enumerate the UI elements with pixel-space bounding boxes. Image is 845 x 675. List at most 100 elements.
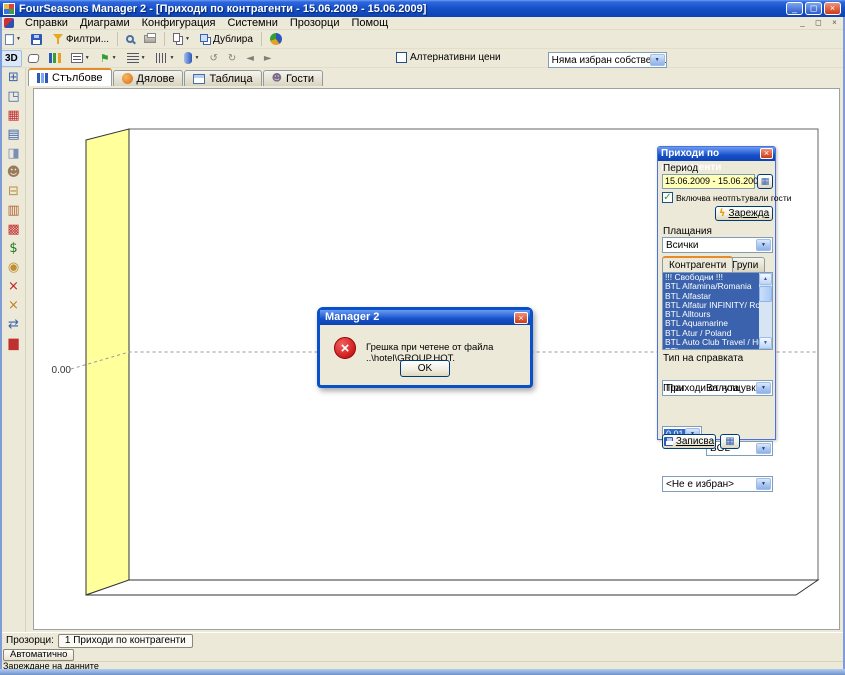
- mdi-close-button[interactable]: ×: [828, 17, 841, 29]
- copy-button[interactable]: ▼: [169, 31, 194, 48]
- left-toolbar-button[interactable]: ×: [3, 296, 24, 315]
- close-button[interactable]: ×: [824, 2, 841, 15]
- list-item[interactable]: BTL Auto Club Travel / Hunga: [663, 338, 760, 347]
- alt-prices-checkbox[interactable]: [396, 52, 407, 63]
- copy-window-icon: ◨: [7, 145, 19, 162]
- list-item[interactable]: BTL Atur / Poland: [663, 329, 760, 338]
- scrollbar-thumb[interactable]: [759, 286, 772, 302]
- tab-bars[interactable]: Стълбове: [28, 68, 112, 86]
- tab-table-label: Таблица: [209, 73, 252, 85]
- duplicate-button[interactable]: Дублира: [196, 31, 257, 48]
- speaker-right-icon[interactable]: ►: [260, 50, 276, 67]
- h-gridlines-icon: [127, 53, 139, 63]
- save-report-button[interactable]: Записва: [662, 434, 716, 449]
- new-report-button[interactable]: ▼: [1, 31, 25, 48]
- include-guests-checkbox[interactable]: ✓: [662, 192, 673, 203]
- chevron-down-icon[interactable]: ▼: [756, 239, 771, 251]
- load-button[interactable]: ϟ Зарежда: [715, 206, 773, 221]
- left-toolbar-button[interactable]: ▩: [3, 220, 24, 239]
- mdi-restore-button[interactable]: ◻: [812, 17, 825, 29]
- menu-item[interactable]: Системни: [221, 17, 283, 30]
- mini-chart-button[interactable]: [45, 50, 65, 67]
- chevron-down-icon[interactable]: ▼: [170, 55, 175, 61]
- chevron-down-icon[interactable]: ▼: [756, 443, 771, 454]
- window-tab-button[interactable]: 1 Приходи по контрагенти: [58, 634, 193, 648]
- chevron-down-icon[interactable]: ▼: [756, 478, 771, 490]
- vertical-grid-button[interactable]: ▼: [152, 50, 179, 67]
- mdi-minimize-button[interactable]: _: [796, 17, 809, 29]
- shape-icon: [27, 54, 39, 63]
- labels-button[interactable]: ⚑▼: [96, 50, 121, 67]
- toolbar-separator: [261, 32, 262, 46]
- chevron-down-icon[interactable]: ▼: [16, 36, 21, 42]
- left-toolbar-button[interactable]: ◉: [3, 258, 24, 277]
- automatic-button[interactable]: Автоматично: [3, 649, 74, 661]
- panel-close-button[interactable]: ×: [760, 148, 773, 159]
- restore-button[interactable]: ◻: [805, 2, 822, 15]
- list-item[interactable]: BTL Aquamarine: [663, 319, 760, 328]
- left-toolbar-button[interactable]: ▤: [3, 125, 24, 144]
- left-toolbar-button[interactable]: ▆: [3, 334, 24, 353]
- list-item[interactable]: BTL Alfastar: [663, 292, 760, 301]
- left-toolbar-button[interactable]: ◳: [3, 87, 24, 106]
- period-input[interactable]: 15.06.2009 - 15.06.2009: [662, 174, 755, 189]
- left-toolbar-button[interactable]: ⊞: [3, 68, 24, 87]
- dialog-close-button[interactable]: ×: [514, 312, 528, 324]
- chevron-down-icon[interactable]: ▼: [650, 54, 665, 66]
- left-toolbar-button[interactable]: $: [3, 239, 24, 258]
- list-scrollbar[interactable]: ▲ ▼: [759, 273, 772, 349]
- chart-report-button[interactable]: [266, 31, 286, 48]
- list-item[interactable]: BTL Alfamina/Romania: [663, 282, 760, 291]
- print-button[interactable]: [140, 31, 160, 48]
- menu-item[interactable]: Помощ: [345, 17, 394, 30]
- list-item[interactable]: BTL Alfatur INFINITY/ Romani: [663, 301, 760, 310]
- menu-item[interactable]: Диаграми: [74, 17, 136, 30]
- table-view-button[interactable]: ▦: [720, 434, 740, 449]
- tab-contragents[interactable]: Контрагенти: [662, 256, 733, 272]
- list-item[interactable]: BTL Alltours: [663, 310, 760, 319]
- calendar-button[interactable]: ▦: [757, 174, 773, 189]
- menu-item[interactable]: Конфигурация: [136, 17, 222, 30]
- hotel-combobox[interactable]: <Не е избран> ▼: [662, 476, 773, 492]
- rotate-ccw-button[interactable]: ↺: [205, 50, 221, 67]
- horizontal-grid-button[interactable]: ▼: [123, 50, 150, 67]
- list-item[interactable]: !!! Свободни !!!: [663, 273, 760, 282]
- left-toolbar-button[interactable]: ▦: [3, 106, 24, 125]
- left-toolbar-button[interactable]: ⊟: [3, 182, 24, 201]
- payments-combobox[interactable]: Всички ▼: [662, 237, 773, 253]
- list-item[interactable]: BTL: [663, 347, 760, 350]
- left-toolbar-button[interactable]: ▥: [3, 201, 24, 220]
- bar-style-button[interactable]: ▼: [180, 50, 203, 67]
- tab-table[interactable]: Таблица: [184, 70, 261, 86]
- menu-item[interactable]: Справки: [19, 17, 74, 30]
- left-toolbar-button[interactable]: ◨: [3, 144, 24, 163]
- chevron-down-icon[interactable]: ▼: [194, 55, 199, 61]
- ok-button[interactable]: OK: [400, 360, 450, 377]
- minimize-button[interactable]: _: [786, 2, 803, 15]
- tab-pie[interactable]: Дялове: [113, 70, 184, 86]
- rotate-cw-button[interactable]: ↻: [224, 50, 240, 67]
- legend-button[interactable]: ▼: [67, 50, 94, 67]
- save-button[interactable]: [27, 31, 46, 48]
- chevron-down-icon[interactable]: ▼: [141, 55, 146, 61]
- left-toolbar-button[interactable]: ⇄: [3, 315, 24, 334]
- scroll-up-icon[interactable]: ▲: [759, 273, 772, 285]
- 3d-toggle-button[interactable]: 3D: [1, 50, 22, 67]
- contragents-listbox[interactable]: !!! Свободни !!!BTL Alfamina/RomaniaBTL …: [662, 272, 773, 350]
- chevron-down-icon[interactable]: ▼: [185, 36, 190, 42]
- payments-label: Плащания: [663, 226, 712, 237]
- left-toolbar-button[interactable]: ☻: [3, 163, 24, 182]
- chevron-down-icon[interactable]: ▼: [112, 55, 117, 61]
- guests-icon: ☻: [7, 164, 21, 181]
- filters-button[interactable]: Филтри...: [48, 31, 113, 48]
- scroll-down-icon[interactable]: ▼: [759, 337, 772, 349]
- print-preview-button[interactable]: [122, 31, 138, 48]
- speaker-left-icon[interactable]: ◄: [242, 50, 258, 67]
- owner-combobox[interactable]: Няма избран собственици ▼: [548, 52, 667, 68]
- tab-guests[interactable]: ☻Гости: [263, 70, 323, 86]
- chart-shape-button[interactable]: [24, 50, 43, 67]
- menu-item[interactable]: Прозорци: [284, 17, 346, 30]
- left-toolbar-button[interactable]: ×: [3, 277, 24, 296]
- chevron-down-icon[interactable]: ▼: [756, 382, 771, 394]
- chevron-down-icon[interactable]: ▼: [85, 55, 90, 61]
